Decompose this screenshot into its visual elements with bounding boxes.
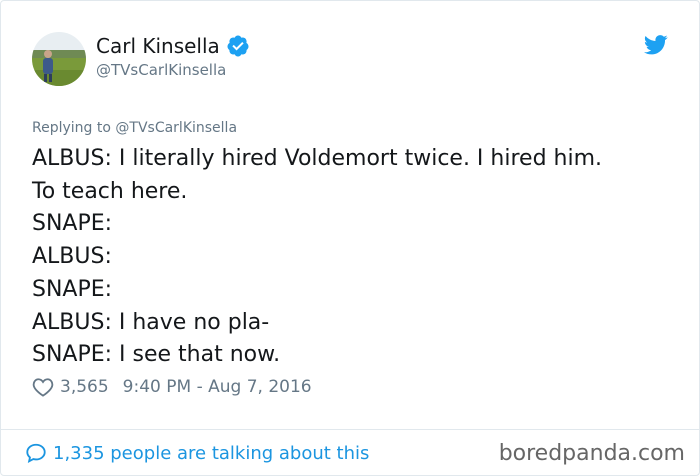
- timestamp[interactable]: 9:40 PM - Aug 7, 2016: [123, 377, 312, 397]
- speech-bubble-icon: [26, 443, 46, 463]
- verified-badge-icon: [227, 35, 249, 57]
- reply-prefix: Replying to: [32, 120, 116, 136]
- author-name[interactable]: Carl Kinsella: [96, 34, 220, 58]
- conversation-text[interactable]: 1,335 people are talking about this: [53, 443, 369, 464]
- avatar-photo: [32, 32, 86, 86]
- divider: [1, 429, 699, 430]
- tweet-meta: 3,565 9:40 PM - Aug 7, 2016: [32, 377, 312, 397]
- author-name-row[interactable]: Carl Kinsella: [96, 34, 250, 58]
- conversation-link[interactable]: 1,335 people are talking about this: [25, 442, 369, 464]
- tweet-line: SNAPE:: [32, 211, 113, 237]
- reply-context: Replying to @TVsCarlKinsella: [32, 120, 237, 136]
- tweet-card: Carl Kinsella @TVsCarlKinsella Replying …: [0, 0, 700, 476]
- tweet-line: ALBUS:: [32, 244, 112, 270]
- like-count[interactable]: 3,565: [60, 377, 109, 397]
- tweet-line: SNAPE: I see that now.: [32, 342, 281, 368]
- reply-target-link[interactable]: @TVsCarlKinsella: [115, 120, 237, 136]
- author-handle[interactable]: @TVsCarlKinsella: [96, 61, 226, 79]
- tweet-line: To teach here.: [32, 178, 188, 204]
- heart-icon[interactable]: [32, 377, 54, 397]
- watermark: boredpanda.com: [498, 441, 685, 466]
- avatar[interactable]: [32, 32, 86, 86]
- tweet-text: ALBUS: I literally hired Voldemort twice…: [32, 143, 672, 372]
- tweet-line: ALBUS: I have no pla-: [32, 309, 270, 335]
- twitter-bird-icon[interactable]: [644, 35, 668, 55]
- tweet-line: ALBUS: I literally hired Voldemort twice…: [32, 146, 603, 171]
- tweet-line: SNAPE:: [32, 276, 113, 302]
